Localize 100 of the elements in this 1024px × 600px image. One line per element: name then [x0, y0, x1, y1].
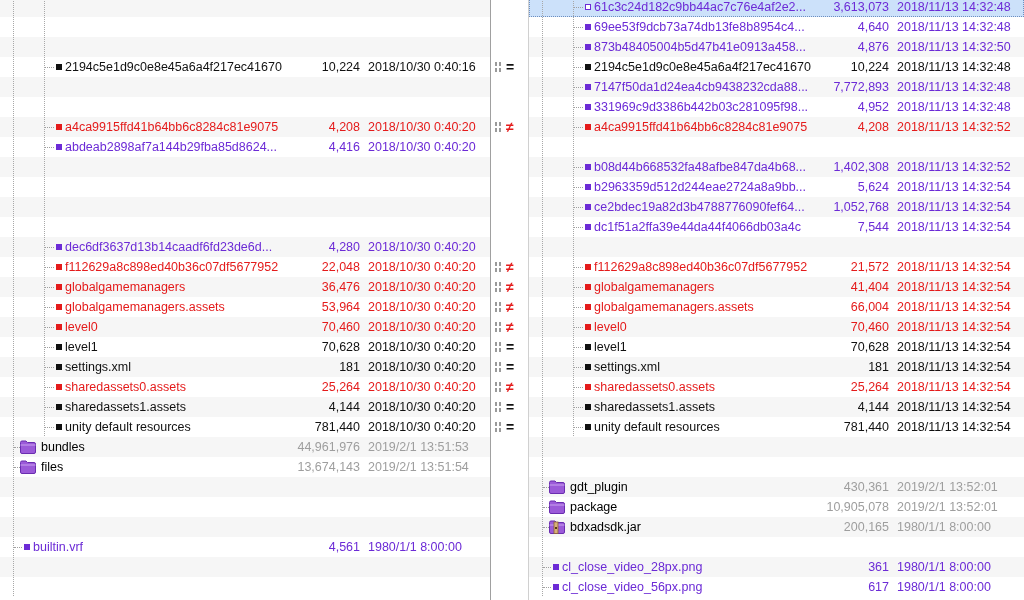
- file-date: 2018/11/13 14:32:54: [897, 420, 1011, 434]
- file-size: 4,144: [856, 400, 889, 414]
- file-date: 2019/2/1 13:51:54: [368, 460, 469, 474]
- file-name: dec6df3637d13b14caadf6fd23de6d...: [65, 240, 273, 254]
- file-row[interactable]: gdt_plugin 430,361 2019/2/1 13:52:01: [529, 477, 1024, 497]
- file-size: 4,280: [327, 240, 360, 254]
- file-name: globalgamemanagers: [65, 280, 186, 294]
- file-size: 41,404: [849, 280, 889, 294]
- file-size: 617: [867, 580, 889, 594]
- file-name: 2194c5e1d9c0e8e45a6a4f217ec41670: [594, 60, 811, 74]
- file-row[interactable]: cl_close_video_28px.png 361 1980/1/1 8:00:00: [529, 557, 1024, 577]
- file-date: 2018/10/30 0:40:20: [368, 120, 476, 134]
- file-row[interactable]: settings.xml 181 2018/11/13 14:32:54: [529, 357, 1024, 377]
- file-size: 7,772,893: [832, 80, 889, 94]
- binary-compare-icon: [495, 362, 502, 372]
- file-name: files: [41, 460, 64, 474]
- archive-icon: [549, 520, 565, 534]
- file-size: 4,144: [327, 400, 360, 414]
- file-size: 181: [338, 360, 360, 374]
- file-size: 22,048: [320, 260, 360, 274]
- file-row[interactable]: sharedassets1.assets 4,144 2018/10/30 0:40:20: [0, 397, 490, 417]
- file-size: 4,876: [856, 40, 889, 54]
- file-date: 1980/1/1 8:00:00: [897, 580, 991, 594]
- file-name: 69ee53f9dcb73a74db13fe8b8954c4...: [594, 20, 805, 34]
- file-name: ce2bdec19a82d3b4788776090fef64...: [594, 200, 805, 214]
- file-name: b2963359d512d244eae2724a8a9bb...: [594, 180, 807, 194]
- file-name: dc1f51a2ffa39e44da44f4066db03a4c: [594, 220, 801, 234]
- file-date: 2018/10/30 0:40:20: [368, 400, 476, 414]
- compare-mark: ≠: [506, 260, 514, 274]
- file-size: 13,674,143: [296, 460, 360, 474]
- file-date: 2018/10/30 0:40:16: [368, 60, 476, 74]
- file-name: sharedassets0.assets: [594, 380, 715, 394]
- file-name: cl_close_video_56px.png: [562, 580, 703, 594]
- file-name: bdxadsdk.jar: [570, 520, 641, 534]
- file-row[interactable]: dec6df3637d13b14caadf6fd23de6d... 4,280 2018/10/30 0:40:20: [0, 237, 490, 257]
- file-name: level1: [594, 340, 627, 354]
- compare-mark: =: [506, 400, 515, 414]
- file-name: builtin.vrf: [33, 540, 84, 554]
- compare-mark: ≠: [506, 280, 514, 294]
- file-row[interactable]: globalgamemanagers 36,476 2018/10/30 0:40:20: [0, 277, 490, 297]
- file-size: 44,961,976: [296, 440, 360, 454]
- file-row[interactable]: 7147f50da1d24ea4cb9438232cda88... 7,772,893 2018/11/13 14:32:48: [529, 77, 1024, 97]
- file-name: bundles: [41, 440, 85, 454]
- file-row[interactable]: 873b48405004b5d47b41e0913a458... 4,876 2018/11/13 14:32:50: [529, 37, 1024, 57]
- file-icon: [585, 4, 591, 10]
- file-date: 2018/10/30 0:40:20: [368, 380, 476, 394]
- file-size: 21,572: [849, 260, 889, 274]
- folder-icon: [549, 480, 565, 494]
- binary-compare-icon: [495, 262, 502, 272]
- file-date: 2019/2/1 13:52:01: [897, 480, 998, 494]
- file-row[interactable]: sharedassets1.assets 4,144 2018/11/13 14:32:54: [529, 397, 1024, 417]
- binary-compare-icon: [495, 342, 502, 352]
- file-row[interactable]: ce2bdec19a82d3b4788776090fef64... 1,052,768 2018/11/13 14:32:54: [529, 197, 1024, 217]
- file-size: 4,952: [856, 100, 889, 114]
- file-name: sharedassets1.assets: [594, 400, 715, 414]
- file-date: 2018/11/13 14:32:52: [897, 160, 1011, 174]
- file-row[interactable]: bdxadsdk.jar 200,165 1980/1/1 8:00:00: [529, 517, 1024, 537]
- file-name: 7147f50da1d24ea4cb9438232cda88...: [594, 80, 809, 94]
- file-name: abdeab2898af7a144b29fba85d8624...: [65, 140, 278, 154]
- file-name: f112629a8c898ed40b36c07df5677952: [594, 260, 808, 274]
- file-size: 4,208: [327, 120, 360, 134]
- file-row[interactable]: a4ca9915ffd41b64bb6c8284c81e9075 4,208 2018/11/13 14:32:52: [529, 117, 1024, 137]
- file-date: 2018/10/30 0:40:20: [368, 240, 476, 254]
- file-date: 2018/11/13 14:32:54: [897, 380, 1011, 394]
- file-row[interactable]: b08d44b668532fa48afbe847da4b68... 1,402,308 2018/11/13 14:32:52: [529, 157, 1024, 177]
- file-date: 1980/1/1 8:00:00: [897, 520, 991, 534]
- file-date: 2018/11/13 14:32:48: [897, 0, 1011, 14]
- compare-mark: =: [506, 60, 515, 74]
- file-name: gdt_plugin: [570, 480, 628, 494]
- binary-compare-icon: [495, 282, 502, 292]
- file-name: a4ca9915ffd41b64bb6c8284c81e9075: [594, 120, 808, 134]
- compare-mark: ≠: [506, 300, 514, 314]
- file-name: settings.xml: [65, 360, 131, 374]
- binary-compare-icon: [495, 62, 502, 72]
- file-name: 873b48405004b5d47b41e0913a458...: [594, 40, 807, 54]
- file-date: 2018/10/30 0:40:20: [368, 140, 476, 154]
- file-date: 2018/11/13 14:32:48: [897, 20, 1011, 34]
- file-row[interactable]: 61c3c24d182c9bb44ac7c76e4af2e2... 3,613,073 2018/11/13 14:32:48: [529, 0, 1024, 17]
- file-row[interactable]: a4ca9915ffd41b64bb6c8284c81e9075 4,208 2018/10/30 0:40:20: [0, 117, 490, 137]
- file-row[interactable]: settings.xml 181 2018/10/30 0:40:20: [0, 357, 490, 377]
- file-name: globalgamemanagers.assets: [594, 300, 754, 314]
- file-name: package: [570, 500, 618, 514]
- file-date: 2019/2/1 13:51:53: [368, 440, 469, 454]
- file-date: 2018/10/30 0:40:20: [368, 360, 476, 374]
- file-size: 430,361: [842, 480, 889, 494]
- folder-icon: [20, 440, 36, 454]
- file-name: 61c3c24d182c9bb44ac7c76e4af2e2...: [594, 0, 806, 14]
- file-name: settings.xml: [594, 360, 660, 374]
- file-row[interactable]: bundles 44,961,976 2019/2/1 13:51:53: [0, 437, 490, 457]
- file-date: 2018/11/13 14:32:48: [897, 80, 1011, 94]
- file-date: 2018/11/13 14:32:48: [897, 100, 1011, 114]
- binary-compare-icon: [495, 402, 502, 412]
- file-row[interactable]: globalgamemanagers 41,404 2018/11/13 14:32:54: [529, 277, 1024, 297]
- file-date: 2018/10/30 0:40:20: [368, 300, 476, 314]
- file-row[interactable]: level0 70,460 2018/10/30 0:40:20: [0, 317, 490, 337]
- binary-compare-icon: [495, 122, 502, 132]
- file-date: 2018/11/13 14:32:54: [897, 200, 1011, 214]
- file-row[interactable]: level0 70,460 2018/11/13 14:32:54: [529, 317, 1024, 337]
- file-size: 1,052,768: [832, 200, 889, 214]
- file-size: 7,544: [856, 220, 889, 234]
